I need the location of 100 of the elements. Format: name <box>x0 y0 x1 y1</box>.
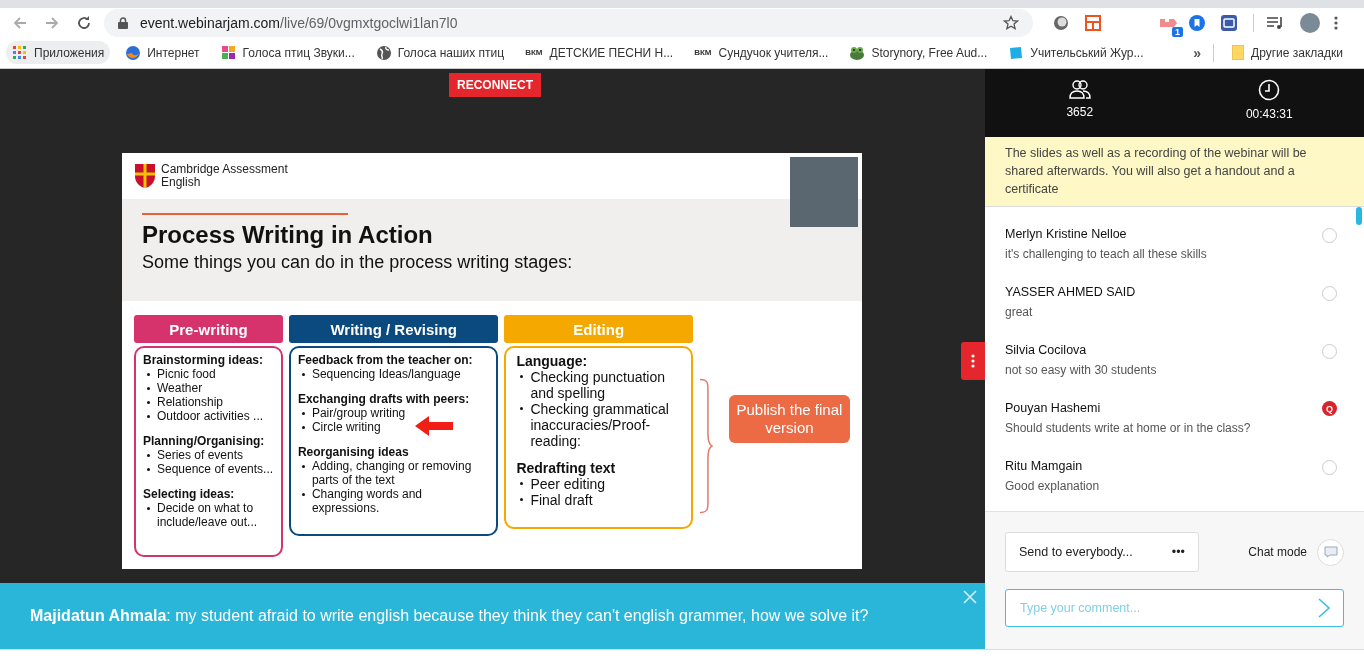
stage-heading: Writing / Revising <box>288 315 499 344</box>
bullet-text: Weather <box>157 381 203 396</box>
bullet-icon <box>147 454 150 458</box>
circle-extension-icon[interactable] <box>1053 14 1069 31</box>
section-heading: Planning/Organising: <box>143 434 266 449</box>
bullet-icon <box>301 412 305 416</box>
people-icon <box>1068 79 1091 100</box>
outcome-box: Publish the final version <box>728 395 850 444</box>
brand-name: Cambridge Assessment English <box>161 163 288 190</box>
stage-heading: Editing <box>504 315 693 344</box>
question-badge[interactable]: Q <box>1322 401 1337 417</box>
chat-mode-label: Chat mode <box>1248 545 1307 560</box>
bullet-text: Sequence of events... <box>157 462 274 477</box>
bookmark-folder[interactable]: Другие закладки <box>1226 41 1349 65</box>
stat-value: 3652 <box>1066 105 1094 120</box>
apps-grid-icon <box>12 45 27 61</box>
chat-mode-toggle[interactable] <box>1317 538 1344 566</box>
reload-icon[interactable] <box>75 14 92 31</box>
bullet-icon <box>301 493 305 497</box>
bullet-icon <box>301 426 305 430</box>
section-heading: Reorganising ideas <box>297 445 410 460</box>
bookmark-item[interactable]: Приложения <box>6 41 111 65</box>
avatar-icon[interactable] <box>1300 12 1320 33</box>
bookmark-item[interactable]: Учительський Жур... <box>1002 41 1150 65</box>
bookmark-item[interactable]: Голоса птиц Звуки... <box>214 41 361 65</box>
bullet-text: Outdoor activities ... <box>157 409 264 424</box>
playlist-icon[interactable] <box>1266 14 1284 31</box>
section-heading: Brainstorming ideas: <box>143 353 265 368</box>
recipient-selector[interactable]: Send to everybody... ••• <box>1005 532 1199 573</box>
stat-value: 00:43:31 <box>1245 107 1293 122</box>
banner-message: Majidatun Ahmala: my student afraid to write english because they think they can't english grammer, how we solve it? <box>30 607 869 626</box>
bullet-icon <box>147 387 150 391</box>
bookmark-item[interactable]: ВКМ Сундучок учителя... <box>688 41 835 64</box>
chat-bubble-icon <box>1323 546 1338 559</box>
bullet-text: Pair/group writing <box>311 406 406 421</box>
forward-arrow-icon[interactable] <box>44 14 60 31</box>
kebab-menu-icon[interactable] <box>1334 14 1338 31</box>
bullet-text: Picnic food <box>157 367 216 382</box>
bookmark-logo: ВКМ <box>694 48 712 58</box>
url-text: event.webinarjam.com/live/69/0vgmxtgoclwi1lan7l0 <box>139 14 459 31</box>
bullet-icon <box>520 407 524 411</box>
close-icon[interactable] <box>963 590 977 605</box>
star-icon[interactable] <box>1003 14 1019 31</box>
bullet-icon <box>520 482 524 486</box>
bookmark-extension-icon[interactable] <box>1189 14 1205 31</box>
notice-text: The slides as well as a recording of the webinar will be shared afterwards. You will also get a handout and a certificate <box>985 137 1364 208</box>
author-name: Pouyan Hashemi <box>1005 401 1102 416</box>
bullet-icon <box>520 375 524 379</box>
bullet-icon <box>147 507 150 511</box>
chat-message: it's challenging to teach all these skills <box>1005 247 1207 262</box>
bullet-icon <box>147 468 150 472</box>
bullet-text: Changing words and expressions. <box>311 487 423 516</box>
layout-extension-icon[interactable] <box>1085 14 1101 31</box>
brace-icon <box>699 378 713 515</box>
dots-icon <box>971 354 975 369</box>
video-placeholder <box>790 157 858 228</box>
tv-extension-icon[interactable] <box>1221 14 1237 31</box>
slide-title: Process Writing in Action <box>142 221 434 250</box>
section-heading: Language: <box>516 353 589 370</box>
chevron-right-icon[interactable] <box>1318 598 1330 619</box>
reconnect-button[interactable]: RECONNECT <box>449 73 541 98</box>
orb-icon <box>125 45 141 61</box>
lock-icon <box>117 16 128 29</box>
bookmark-item[interactable]: Голоса наших птиц <box>369 41 511 65</box>
section-heading: Redrafting text <box>516 460 617 477</box>
bullet-text: Final draft <box>530 492 593 509</box>
bullet-text: Circle writing <box>311 420 381 435</box>
clock-icon <box>1258 79 1281 102</box>
bookmark-item[interactable]: ВКМ ДЕТСКИЕ ПЕСНИ Н... <box>519 41 680 64</box>
section-heading: Selecting ideas: <box>143 487 236 502</box>
author-name: YASSER AHMED SAID <box>1005 285 1136 300</box>
author-name: Merlyn Kristine Nelloe <box>1005 227 1128 242</box>
bullet-text: Series of events <box>157 448 244 463</box>
address-bar[interactable]: event.webinarjam.com/live/69/0vgmxtgoclwi1lan7l0 <box>103 8 1033 37</box>
shield-logo-icon <box>134 163 156 190</box>
author-name: Ritu Mamgain <box>1005 459 1084 474</box>
scrollbar-thumb[interactable] <box>1356 207 1362 226</box>
bullet-text: Relationship <box>157 395 224 410</box>
bullet-text: Adding, changing or removing parts of the text <box>311 459 473 488</box>
bookmark-item[interactable]: Интернет <box>119 41 206 65</box>
side-menu-tab[interactable] <box>961 342 985 381</box>
folder-icon <box>1232 45 1245 61</box>
more-bookmarks-button[interactable]: » <box>1193 44 1202 61</box>
bullet-text: Decide on what to include/leave out... <box>157 501 259 530</box>
bullet-text: Peer editing <box>530 476 606 493</box>
bookmark-item[interactable]: Storynory, Free Aud... <box>843 41 994 65</box>
chat-message: not so easy with 30 students <box>1005 363 1157 378</box>
bullet-text: Checking punctuation and spelling <box>530 369 667 402</box>
bullet-text: Checking grammatical inaccuracies/Proof-reading: <box>530 401 670 450</box>
comment-field[interactable]: Type your comment... <box>1005 589 1344 628</box>
section-heading: Exchanging drafts with peers: <box>297 392 471 407</box>
chat-message: Should students write at home or in the class? <box>1005 421 1251 436</box>
frog-icon <box>849 45 865 61</box>
tiles-icon <box>220 45 236 61</box>
slide-subtitle: Some things you can do in the process writing stages: <box>142 252 574 274</box>
chat-message: Good explanation <box>1005 479 1100 494</box>
globe-icon <box>375 45 391 61</box>
bullet-icon <box>147 373 150 377</box>
bullet-icon <box>147 401 150 405</box>
bullet-icon <box>301 465 305 469</box>
